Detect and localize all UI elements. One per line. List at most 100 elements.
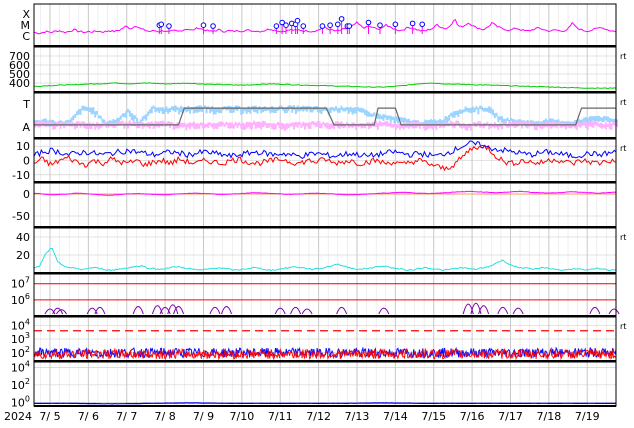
y-tick-exponent: 4 [25,317,30,326]
series-point [380,115,383,120]
series-point [325,122,328,129]
flare-marker [365,19,372,26]
series-point [169,107,172,112]
y-tick-exponent: 2 [25,377,30,386]
series-point [154,107,157,113]
series-point [510,121,513,127]
electron-bump [132,306,144,315]
series-point [466,107,469,112]
series-point [178,107,181,115]
series-point [355,107,358,114]
series-point [371,121,374,127]
series-point [150,106,153,114]
series-line [33,247,617,272]
series-point [240,123,243,129]
series-point [212,123,215,130]
y-tick-label: 0 [23,155,30,168]
series-point [152,123,155,130]
series-point [97,115,100,119]
series-point [387,115,390,120]
flare-marker [334,21,341,28]
series-point [254,105,257,113]
series-point [402,117,405,123]
series-point [499,116,502,120]
series-point [546,120,549,124]
series-point [305,106,308,112]
series-point [603,115,606,122]
series-point [97,123,100,130]
series-point [592,121,595,128]
series-point [595,121,598,126]
series-point [404,117,407,122]
flare-marker [273,23,280,29]
series-point [70,117,73,123]
series-point [444,120,447,127]
series-point [296,122,299,128]
series-point [285,123,288,130]
series-point [584,121,587,129]
series-point [187,123,190,128]
series-point [393,116,396,124]
series-point [196,123,199,129]
y-tick-label: 103 [11,331,30,346]
series-point [313,121,316,126]
series-line [33,140,617,159]
x-tick-label: 7/19 [575,410,600,423]
right-tag: rt [620,322,626,331]
series-point [247,122,250,127]
series-line [33,82,617,89]
series-point [519,121,522,125]
series-point [599,117,602,121]
series-point [360,107,363,113]
series-point [457,110,460,117]
series-point [267,123,270,128]
series-point [194,123,197,130]
series-point [418,122,421,129]
series-point [273,123,276,130]
series-point [74,122,77,130]
panel-frame-density [33,227,617,274]
series-point [152,105,155,109]
series-point [459,109,462,114]
electron-bump [512,307,524,315]
y-tick-label: 102 [11,345,30,360]
electron-bump [336,306,348,315]
series-point [192,121,195,129]
series-point [294,121,297,127]
series-point [449,112,452,117]
series-point [243,123,246,130]
x-tick-label: 7/13 [345,410,370,423]
series-point [128,110,131,117]
series-point [63,123,66,129]
series-point [229,122,232,129]
series-point [470,107,473,114]
series-point [172,106,175,112]
y-tick-label: 40 [16,231,30,244]
series-point [606,116,609,122]
electron-bump [378,307,390,315]
series-point [121,120,124,124]
series-point [541,123,544,130]
series-point [333,107,336,112]
series-point [606,124,609,128]
series-point [83,106,86,111]
series-point [522,121,525,125]
y-tick-label: -10 [12,169,30,182]
y-tick-exponent: 7 [25,276,30,285]
series-point [588,116,591,122]
flare-marker [200,22,207,29]
series-point [232,124,235,129]
series-point [455,110,458,116]
series-point [512,119,515,123]
series-point [241,122,244,130]
series-point [123,113,126,118]
series-point [134,121,137,127]
series-point [356,106,359,111]
series-point [276,122,279,126]
series-point [594,121,597,126]
series-point [338,122,341,129]
series-point [183,122,186,127]
series-point [555,123,558,129]
series-point [322,121,325,126]
series-point [245,122,248,129]
